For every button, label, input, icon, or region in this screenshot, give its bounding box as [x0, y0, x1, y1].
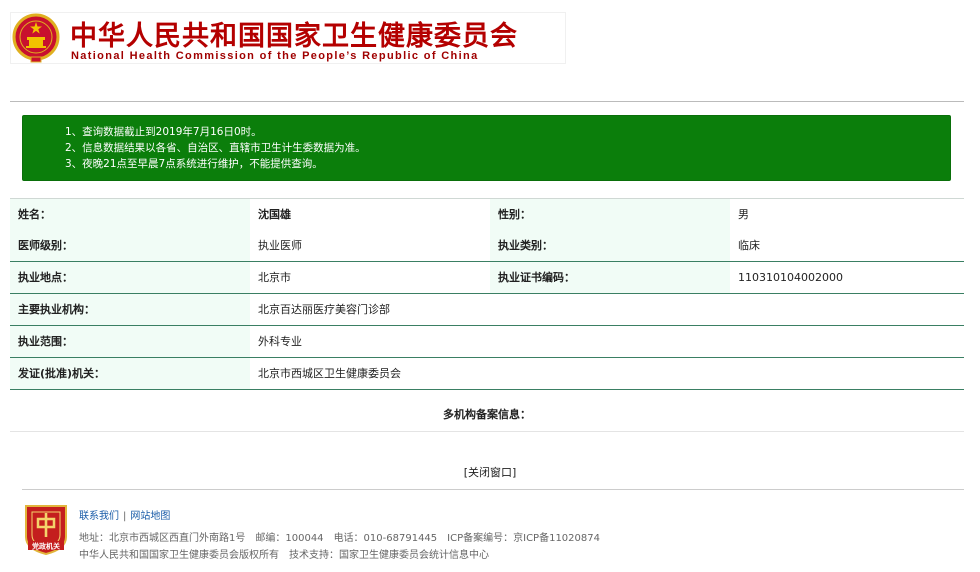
- cert-value: 110310104002000: [730, 262, 964, 293]
- divider: [10, 101, 964, 102]
- notice-line: 1、查询数据截止到2019年7月16日0时。: [65, 126, 262, 138]
- footer-copyright: 中华人民共和国国家卫生健康委员会版权所有: [79, 550, 279, 561]
- footer-postcode: 邮编：100044: [255, 533, 324, 544]
- scope-value: 外科专业: [250, 326, 964, 357]
- footer-icp: ICP备案编号：京ICP备11020874: [447, 533, 600, 544]
- footer-phone: 电话：010-68791445: [333, 533, 438, 544]
- table-row: 姓名： 沈国雄 性别： 男: [10, 198, 964, 230]
- scope-label: 执业范围：: [10, 326, 250, 357]
- category-value: 临床: [730, 230, 964, 261]
- sitemap-link[interactable]: 网站地图: [130, 511, 170, 522]
- footer-address-line: 地址：北京市西城区西直门外南路1号 邮编：100044 电话：010-6879144…: [79, 529, 610, 544]
- close-window-button[interactable]: [关闭窗口]: [464, 466, 517, 479]
- issuer-label: 发证(批准)机关：: [10, 358, 250, 389]
- category-label: 执业类别：: [490, 230, 730, 261]
- location-value: 北京市: [250, 262, 490, 293]
- multi-institution-heading: 多机构备案信息：: [10, 400, 964, 432]
- notice-line: 2、信息数据结果以各省、自治区、直辖市卫生计生委数据为准。: [65, 142, 366, 154]
- table-row: 发证(批准)机关： 北京市西城区卫生健康委员会: [10, 358, 964, 390]
- location-label: 执业地点：: [10, 262, 250, 293]
- level-label: 医师级别：: [10, 230, 250, 261]
- link-separator: |: [123, 511, 127, 522]
- name-value: 沈国雄: [250, 199, 490, 230]
- close-window-container: [关闭窗口]: [0, 464, 980, 480]
- table-row: 执业地点： 北京市 执业证书编码： 110310104002000: [10, 262, 964, 294]
- party-government-badge-icon: 党政机关: [25, 505, 67, 555]
- footer-support: 技术支持：国家卫生健康委员会统计信息中心: [289, 550, 489, 561]
- national-emblem-icon: [12, 13, 60, 63]
- issuer-value: 北京市西城区卫生健康委员会: [250, 358, 964, 389]
- level-value: 执业医师: [250, 230, 490, 261]
- gender-label: 性别：: [490, 199, 730, 230]
- contact-us-link[interactable]: 联系我们: [79, 511, 119, 522]
- gender-value: 男: [730, 199, 964, 230]
- table-row: 医师级别： 执业医师 执业类别： 临床: [10, 230, 964, 262]
- header-title-cn: 中华人民共和国国家卫生健康委员会: [70, 21, 518, 52]
- table-row: 执业范围： 外科专业: [10, 326, 964, 358]
- cert-label: 执业证书编码：: [490, 262, 730, 293]
- institution-value: 北京百达丽医疗美容门诊部: [250, 294, 964, 325]
- doctor-info-table: 姓名： 沈国雄 性别： 男 医师级别： 执业医师 执业类别： 临床 执业地点： …: [10, 198, 964, 390]
- footer-links: 联系我们 | 网站地图: [79, 507, 170, 522]
- footer-address: 地址：北京市西城区西直门外南路1号: [79, 533, 246, 544]
- institution-label: 主要执业机构：: [10, 294, 250, 325]
- badge-text: 党政机关: [32, 542, 60, 551]
- divider: [22, 489, 964, 490]
- notice-box: 1、查询数据截止到2019年7月16日0时。 2、信息数据结果以各省、自治区、直…: [22, 115, 951, 181]
- name-label: 姓名：: [10, 199, 250, 230]
- table-row: 主要执业机构： 北京百达丽医疗美容门诊部: [10, 294, 964, 326]
- header-title-en: National Health Commission of the People…: [71, 50, 479, 62]
- header-banner: 中华人民共和国国家卫生健康委员会 National Health Commiss…: [10, 12, 566, 64]
- notice-line: 3、夜晚21点至早晨7点系统进行维护，不能提供查询。: [65, 158, 323, 170]
- footer-copyright-line: 中华人民共和国国家卫生健康委员会版权所有 技术支持：国家卫生健康委员会统计信息中心: [79, 546, 499, 561]
